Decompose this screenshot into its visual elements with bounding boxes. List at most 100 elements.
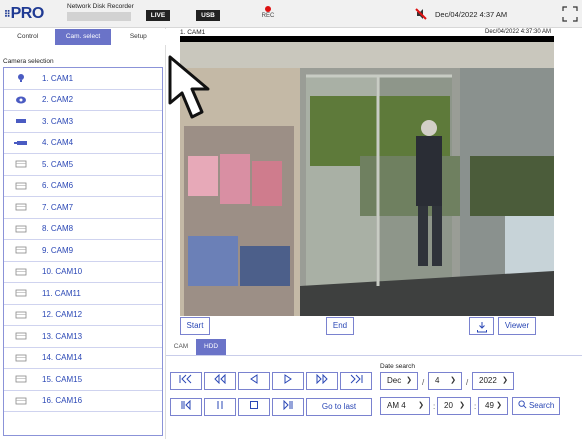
second-value: 49 (485, 401, 494, 410)
chevron-down-icon: ❯ (459, 402, 465, 409)
date-separator: / (422, 378, 425, 387)
logo-grid-icon: ⠿ (4, 8, 11, 19)
video-playback-image[interactable] (180, 36, 554, 316)
viewer-button[interactable]: Viewer (498, 317, 536, 335)
no-signal-camera-icon (8, 225, 34, 233)
video-datetime: Dec/04/2022 4:37:30 AM (485, 29, 552, 35)
stop-button[interactable] (238, 398, 270, 416)
play-icon (284, 374, 292, 384)
camera-list-item[interactable]: 2. CAM2 (4, 90, 162, 111)
camera-list-item[interactable]: 6. CAM6 (4, 176, 162, 197)
camera-list-item[interactable]: 13. CAM13 (4, 326, 162, 348)
skip-back-icon (179, 374, 192, 384)
tab-hdd[interactable]: HDD (196, 339, 226, 355)
camera-label: 2. CAM2 (42, 95, 74, 105)
tab-cam[interactable]: CAM (166, 339, 196, 355)
go-to-last-button[interactable]: Go to last (306, 398, 372, 416)
chevron-down-icon: ❯ (418, 402, 424, 409)
fast-forward-button[interactable] (306, 372, 338, 390)
year-select[interactable]: 2022 ❯ (472, 372, 514, 390)
device-name-field (67, 12, 131, 21)
camera-list-item[interactable]: 1. CAM1 (4, 68, 162, 90)
box-camera-icon (8, 117, 34, 125)
time-separator: : (474, 402, 477, 411)
no-signal-camera-icon (8, 182, 34, 190)
second-select[interactable]: 49 ❯ (478, 397, 508, 415)
camera-label: 3. CAM3 (42, 116, 74, 126)
skip-forward-icon (350, 374, 363, 384)
header-datetime: Dec/04/2022 4:37 AM (435, 10, 508, 19)
camera-label: 12. CAM12 (42, 310, 83, 320)
chevron-down-icon: ❯ (496, 402, 502, 409)
dome-camera-icon (8, 73, 34, 83)
camera-label: 5. CAM5 (42, 159, 74, 169)
pause-icon (217, 401, 223, 409)
fast-forward-icon (316, 373, 328, 385)
minute-select[interactable]: 20 ❯ (437, 397, 471, 415)
frame-forward-icon (283, 399, 293, 411)
camera-list-item[interactable]: 9. CAM9 (4, 240, 162, 262)
camera-list-item[interactable]: 16. CAM16 (4, 391, 162, 412)
camera-list-item[interactable]: 5. CAM5 (4, 154, 162, 176)
reverse-play-button[interactable] (238, 372, 270, 390)
fast-rewind-button[interactable] (204, 372, 236, 390)
product-name: Network Disk Recorder (67, 3, 134, 10)
skip-to-end-button[interactable] (340, 372, 372, 390)
fullscreen-icon[interactable] (562, 6, 578, 22)
divider (166, 355, 582, 356)
bullet-camera-icon (8, 139, 34, 147)
search-button[interactable]: Search (512, 397, 560, 415)
camera-list-item[interactable]: 4. CAM4 (4, 133, 162, 154)
tab-control[interactable]: Control (0, 29, 56, 45)
camera-label: 16. CAM16 (42, 396, 83, 406)
live-button[interactable]: LIVE (146, 10, 170, 21)
tab-cam-select[interactable]: Cam. select (55, 29, 111, 45)
time-separator: : (433, 402, 436, 411)
stop-icon (250, 401, 258, 409)
no-signal-camera-icon (8, 397, 34, 405)
start-button[interactable]: Start (180, 317, 210, 335)
no-signal-camera-icon (8, 268, 34, 276)
camera-label: 11. CAM11 (42, 288, 81, 298)
camera-label: 6. CAM6 (42, 181, 74, 191)
camera-list-item[interactable]: 10. CAM10 (4, 262, 162, 283)
previous-frame-button[interactable] (170, 398, 202, 416)
play-button[interactable] (272, 372, 304, 390)
hour-select[interactable]: AM 4 ❯ (380, 397, 430, 415)
source-tabs: CAM HDD (166, 339, 226, 355)
camera-list-item[interactable]: 11. CAM11 (4, 283, 162, 305)
camera-label: 9. CAM9 (42, 245, 74, 255)
buzzer-mute-icon[interactable] (415, 8, 427, 20)
date-separator: / (466, 378, 469, 387)
logo: ⠿ PRO (4, 5, 44, 23)
camera-list-item[interactable]: 3. CAM3 (4, 111, 162, 133)
no-signal-camera-icon (8, 160, 34, 168)
camera-list-item[interactable]: 8. CAM8 (4, 219, 162, 240)
camera-list: 1. CAM1 2. CAM2 3. CAM3 4. CAM4 5. CAM5 6. CA… (3, 67, 163, 436)
camera-label: 4. CAM4 (42, 138, 74, 148)
chevron-down-icon: ❯ (502, 377, 508, 384)
tab-setup[interactable]: Setup (110, 29, 166, 45)
logo-text: PRO (10, 5, 45, 22)
no-signal-camera-icon (8, 375, 34, 383)
camera-list-item[interactable]: 7. CAM7 (4, 197, 162, 219)
download-button[interactable] (469, 317, 494, 335)
skip-to-start-button[interactable] (170, 372, 202, 390)
usb-button[interactable]: USB (196, 10, 220, 21)
camera-list-item[interactable]: 14. CAM14 (4, 348, 162, 369)
camera-list-item[interactable]: 12. CAM12 (4, 305, 162, 326)
left-panel: Control Cam. select Setup Camera selecti… (0, 28, 166, 439)
camera-label: 14. CAM14 (42, 353, 83, 363)
ptz-camera-icon (8, 95, 34, 105)
no-signal-camera-icon (8, 203, 34, 211)
day-value: 4 (435, 376, 440, 385)
camera-label: 15. CAM15 (42, 374, 83, 384)
next-frame-button[interactable] (272, 398, 304, 416)
day-select[interactable]: 4 ❯ (428, 372, 462, 390)
fast-rewind-icon (214, 373, 226, 385)
end-button[interactable]: End (326, 317, 354, 335)
month-select[interactable]: Dec ❯ (380, 372, 418, 390)
pause-button[interactable] (204, 398, 236, 416)
chevron-down-icon: ❯ (450, 377, 456, 384)
camera-list-item[interactable]: 15. CAM15 (4, 369, 162, 391)
